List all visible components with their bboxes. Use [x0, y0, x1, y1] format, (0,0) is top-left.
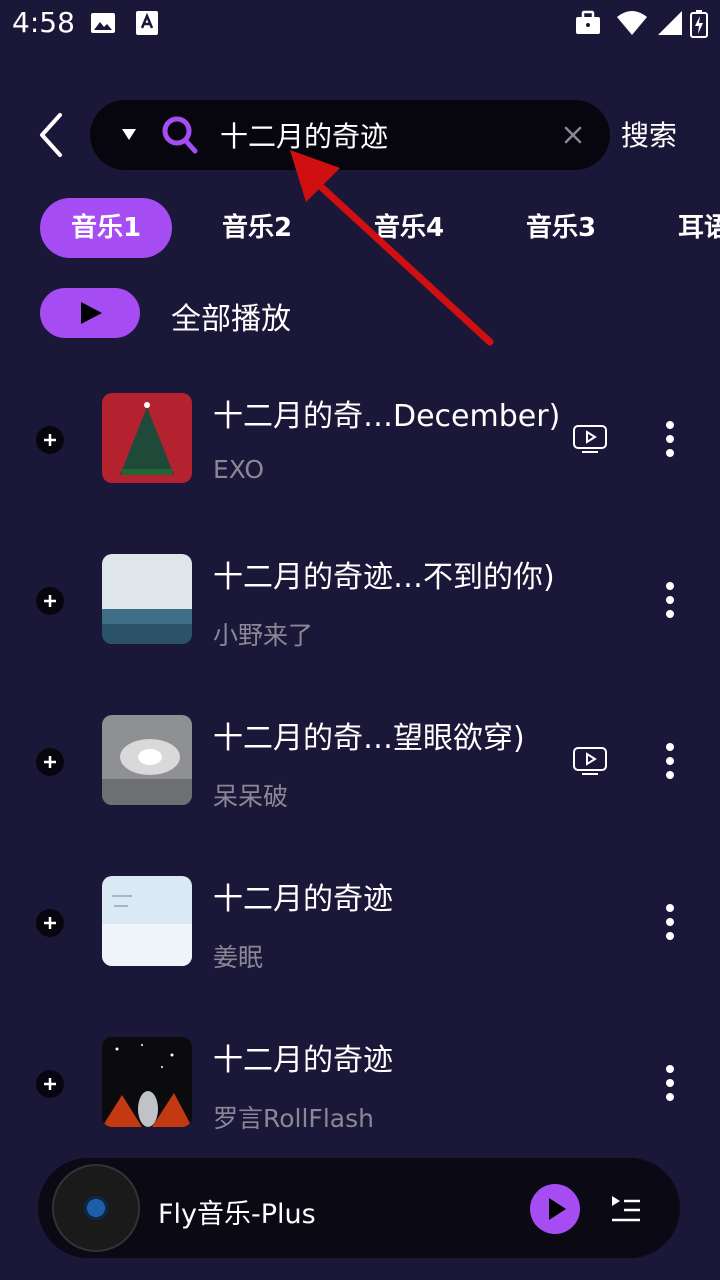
song-artist: EXO [213, 455, 265, 484]
song-title: 十二月的奇迹…不到的你) [213, 560, 555, 595]
search-input[interactable]: 十二月的奇迹 [220, 115, 388, 155]
mv-video-icon[interactable] [572, 424, 608, 454]
player-title: Fly音乐-Plus [158, 1199, 316, 1230]
tab-whisper[interactable]: 耳语 [678, 198, 720, 258]
song-artist: 姜眠 [213, 943, 264, 972]
play-all-row[interactable]: 全部播放 [40, 288, 440, 338]
add-to-playlist-button[interactable] [36, 587, 64, 615]
play-all-label: 全部播放 [171, 302, 291, 337]
clear-icon[interactable] [562, 124, 584, 146]
album-art-image [102, 554, 192, 644]
add-to-playlist-button[interactable] [36, 426, 64, 454]
add-to-playlist-button[interactable] [36, 909, 64, 937]
wifi-icon [617, 11, 647, 35]
list-item[interactable]: 十二月的奇…望眼欲穿) 呆呆破 [0, 715, 720, 845]
song-title: 十二月的奇…望眼欲穿) [213, 721, 525, 756]
search-header: 十二月的奇迹 搜索 [0, 96, 720, 176]
back-icon[interactable] [30, 110, 74, 160]
mini-player[interactable]: Fly音乐-Plus [38, 1158, 680, 1258]
tab-music3[interactable]: 音乐3 [526, 198, 596, 258]
work-profile-icon [576, 10, 600, 34]
list-item[interactable]: 十二月的奇…December) EXO [0, 393, 720, 523]
source-tabs: 音乐1 音乐2 音乐4 音乐3 耳语 [0, 198, 720, 262]
album-art-image [102, 393, 192, 483]
tab-music4[interactable]: 音乐4 [374, 198, 444, 258]
app-notification-icon [136, 11, 158, 35]
song-artist: 罗言RollFlash [213, 1104, 374, 1133]
add-to-playlist-button[interactable] [36, 748, 64, 776]
plus-icon [44, 434, 56, 446]
search-icon [162, 116, 198, 154]
more-options-icon[interactable] [660, 902, 680, 942]
search-box[interactable]: 十二月的奇迹 [90, 100, 610, 170]
more-options-icon[interactable] [660, 419, 680, 459]
more-options-icon[interactable] [660, 1063, 680, 1103]
plus-icon [44, 595, 56, 607]
image-notification-icon [91, 13, 115, 33]
more-options-icon[interactable] [660, 580, 680, 620]
album-art-image [102, 715, 192, 805]
playlist-queue-icon[interactable] [610, 1194, 642, 1224]
mv-video-icon[interactable] [572, 746, 608, 776]
player-play-button[interactable] [530, 1184, 580, 1234]
tab-music1[interactable]: 音乐1 [40, 198, 172, 258]
vinyl-disc-icon[interactable] [52, 1164, 140, 1252]
album-cover [102, 876, 192, 966]
more-options-icon[interactable] [660, 741, 680, 781]
album-cover [102, 1037, 192, 1127]
song-artist: 小野来了 [213, 621, 314, 650]
song-artist: 呆呆破 [213, 782, 289, 811]
battery-charging-icon [690, 10, 708, 38]
song-title: 十二月的奇…December) [213, 399, 561, 434]
play-icon [81, 302, 102, 324]
list-item[interactable]: 十二月的奇迹 姜眠 [0, 876, 720, 1006]
album-art-image [102, 1037, 192, 1127]
album-cover [102, 554, 192, 644]
play-icon [549, 1198, 566, 1220]
song-title: 十二月的奇迹 [213, 1043, 393, 1078]
plus-icon [44, 917, 56, 929]
album-art-image [102, 876, 192, 966]
plus-icon [44, 1078, 56, 1090]
signal-icon [658, 11, 682, 35]
album-cover [102, 715, 192, 805]
plus-icon [44, 756, 56, 768]
search-button[interactable]: 搜索 [621, 114, 677, 154]
dropdown-triangle-icon[interactable] [120, 125, 138, 143]
list-item[interactable]: 十二月的奇迹…不到的你) 小野来了 [0, 554, 720, 684]
song-title: 十二月的奇迹 [213, 882, 393, 917]
album-cover [102, 393, 192, 483]
list-item[interactable]: 十二月的奇迹 罗言RollFlash [0, 1037, 720, 1167]
play-all-button[interactable] [40, 288, 140, 338]
tab-music2[interactable]: 音乐2 [222, 198, 292, 258]
add-to-playlist-button[interactable] [36, 1070, 64, 1098]
status-time: 4:58 [12, 6, 75, 39]
status-bar: 4:58 [0, 0, 720, 50]
